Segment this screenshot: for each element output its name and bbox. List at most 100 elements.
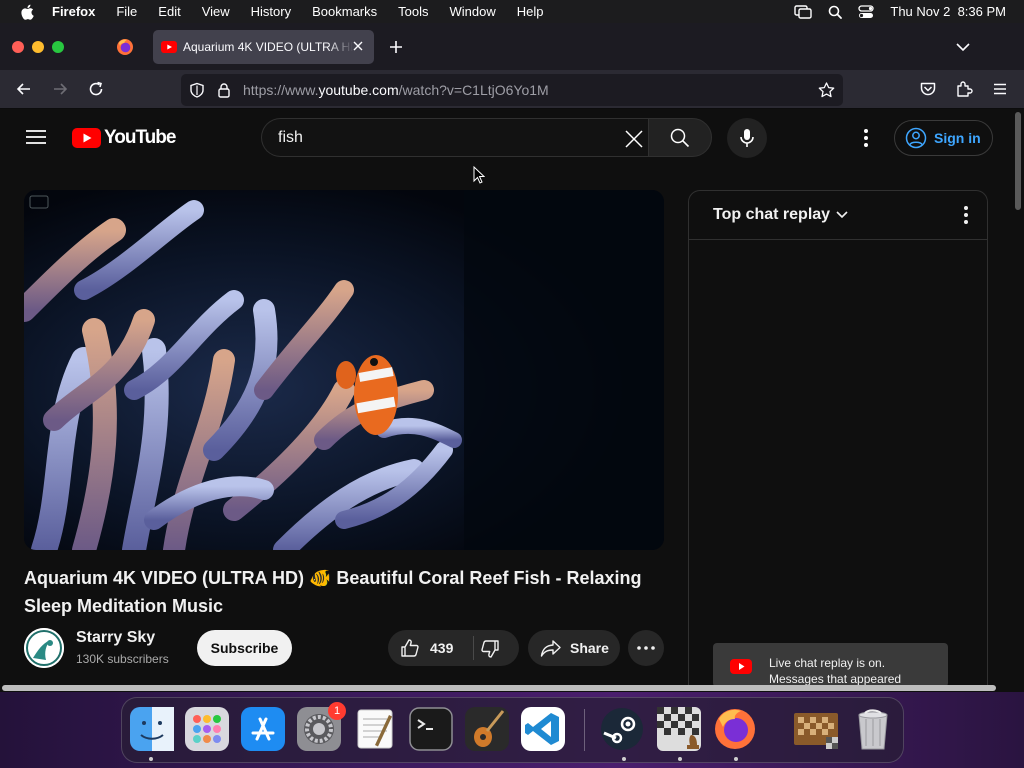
chess-board-icon[interactable]: [792, 707, 842, 751]
firefox-running-dot: [734, 757, 738, 761]
subscriber-count: 130K subscribers: [76, 652, 169, 666]
youtube-logo[interactable]: YouTube: [72, 127, 176, 149]
chat-options-kebab-icon[interactable]: [963, 205, 969, 225]
tracking-protection-shield-icon[interactable]: [189, 82, 205, 98]
pocket-icon[interactable]: [919, 80, 937, 98]
sign-in-button[interactable]: Sign in: [894, 120, 993, 156]
steam-icon[interactable]: [600, 707, 644, 751]
account-circle-icon: [905, 127, 927, 149]
reload-icon[interactable]: [87, 80, 105, 98]
forward-icon[interactable]: [51, 80, 69, 98]
menu-tools[interactable]: Tools: [398, 4, 428, 19]
search-icon: [670, 128, 690, 148]
horizontal-scrollbar-thumb[interactable]: [2, 685, 996, 691]
vscode-icon[interactable]: [521, 707, 565, 751]
thumbs-down-icon[interactable]: [480, 639, 500, 659]
chess-icon[interactable]: [657, 707, 701, 751]
list-all-tabs-icon[interactable]: [955, 40, 971, 54]
chat-notice-line1: Live chat replay is on.: [769, 656, 886, 670]
youtube-play-logo-icon: [72, 128, 101, 148]
menu-edit[interactable]: Edit: [158, 4, 180, 19]
more-actions-button[interactable]: [628, 630, 664, 666]
menu-file[interactable]: File: [116, 4, 137, 19]
dock: [121, 697, 904, 763]
steam-running-dot: [622, 757, 626, 761]
firefox-pinned-tab-icon[interactable]: [116, 38, 134, 56]
finder-icon[interactable]: [130, 707, 174, 751]
lock-icon[interactable]: [217, 82, 231, 98]
garageband-icon[interactable]: [465, 707, 509, 751]
chevron-down-icon[interactable]: [836, 211, 848, 219]
app-menu-icon[interactable]: [991, 80, 1009, 98]
chat-header[interactable]: Top chat replay: [689, 191, 987, 240]
firefox-icon[interactable]: [713, 707, 757, 751]
mouse-cursor-icon: [473, 166, 485, 184]
dock-divider: [584, 709, 585, 751]
launchpad-icon[interactable]: [185, 707, 229, 751]
channel-avatar[interactable]: [24, 628, 64, 668]
finder-running-dot: [149, 757, 153, 761]
url-host: youtube.com: [318, 82, 399, 98]
app-store-icon[interactable]: [241, 707, 285, 751]
vertical-scrollbar[interactable]: [1012, 109, 1024, 687]
share-icon: [540, 640, 561, 657]
channel-name[interactable]: Starry Sky: [76, 629, 155, 647]
subscribe-button[interactable]: Subscribe: [197, 630, 292, 666]
clear-search-icon[interactable]: [624, 129, 644, 149]
thumbs-up-icon: [401, 639, 419, 657]
menu-clock[interactable]: Thu Nov 2 8:36 PM: [890, 4, 1006, 19]
back-icon[interactable]: [15, 80, 33, 98]
window-close-button[interactable]: [12, 41, 24, 53]
apple-icon[interactable]: [18, 4, 36, 20]
tab-title: Aquarium 4K VIDEO (ULTRA HD) 🐠 Beautiful…: [183, 40, 353, 54]
horizontal-scrollbar[interactable]: [0, 684, 1012, 692]
close-tab-icon[interactable]: [351, 39, 365, 53]
menu-window[interactable]: Window: [450, 4, 496, 19]
chess-running-dot: [678, 757, 682, 761]
control-center-icon[interactable]: [858, 4, 875, 19]
video-frame-coral-reef: [24, 190, 664, 550]
video-player[interactable]: [24, 190, 664, 550]
vertical-scrollbar-thumb[interactable]: [1015, 112, 1021, 210]
menu-help[interactable]: Help: [517, 4, 544, 19]
url-prefix: https://www.: [243, 82, 319, 98]
system-settings-badge: 1: [328, 702, 346, 720]
menu-history[interactable]: History: [251, 4, 291, 19]
channel-avatar-image: [24, 628, 64, 668]
search-button[interactable]: [648, 118, 712, 157]
guide-menu-icon[interactable]: [26, 129, 46, 145]
live-chat-panel: Top chat replay: [688, 190, 988, 687]
terminal-icon[interactable]: [409, 707, 453, 751]
voice-search-button[interactable]: [727, 118, 767, 158]
like-button[interactable]: 439: [388, 630, 473, 666]
window-zoom-button[interactable]: [52, 41, 64, 53]
trash-icon[interactable]: [851, 707, 895, 751]
sign-in-label: Sign in: [934, 130, 981, 146]
more-horizontal-icon: [637, 646, 655, 650]
bookmark-star-icon[interactable]: [818, 82, 835, 98]
search-input[interactable]: fish: [278, 129, 303, 147]
macos-menu-bar: Firefox File Edit View History Bookmarks…: [0, 0, 1024, 23]
menu-view[interactable]: View: [202, 4, 230, 19]
new-tab-icon[interactable]: [388, 39, 404, 55]
microphone-icon: [740, 129, 754, 147]
youtube-small-icon: [730, 659, 752, 674]
share-button[interactable]: Share: [528, 630, 620, 666]
spotlight-icon[interactable]: [828, 5, 843, 19]
extensions-icon[interactable]: [955, 80, 973, 98]
settings-kebab-icon[interactable]: [856, 126, 876, 150]
textedit-icon[interactable]: [353, 707, 397, 751]
search-box[interactable]: fish: [261, 118, 648, 157]
url-text[interactable]: https://www.youtube.com/watch?v=C1LtjO6Y…: [243, 82, 549, 98]
screen-mirroring-icon[interactable]: [794, 4, 813, 19]
share-label: Share: [570, 640, 609, 656]
address-bar[interactable]: https://www.youtube.com/watch?v=C1LtjO6Y…: [181, 74, 843, 106]
browser-navigation-bar: https://www.youtube.com/watch?v=C1LtjO6Y…: [0, 70, 1024, 109]
chat-mode-label[interactable]: Top chat replay: [713, 206, 830, 224]
chat-replay-notice: Live chat replay is on. Messages that ap…: [713, 643, 948, 687]
window-minimize-button[interactable]: [32, 41, 44, 53]
active-tab[interactable]: Aquarium 4K VIDEO (ULTRA HD) 🐠 Beautiful…: [153, 30, 374, 64]
menu-app-name[interactable]: Firefox: [52, 4, 95, 19]
like-count: 439: [430, 640, 454, 656]
menu-bookmarks[interactable]: Bookmarks: [312, 4, 377, 19]
